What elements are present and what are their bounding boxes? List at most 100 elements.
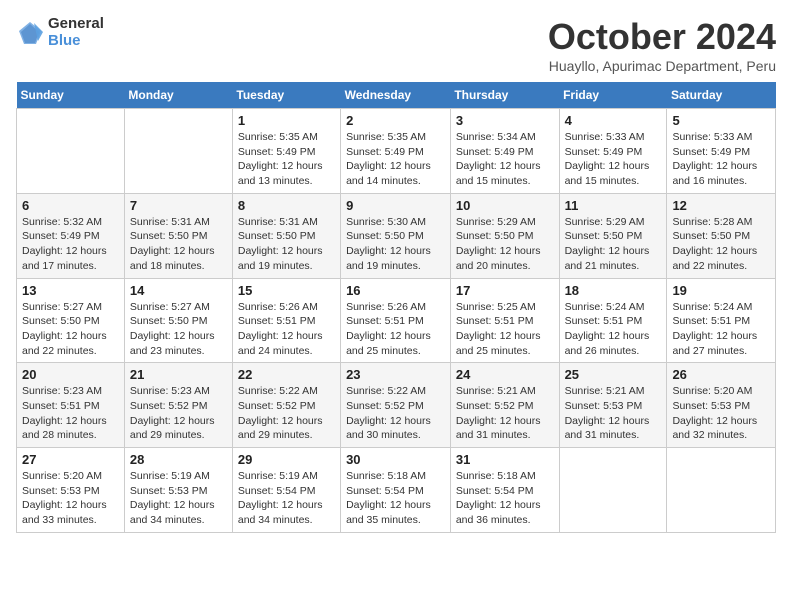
day-info: Sunrise: 5:20 AM Sunset: 5:53 PM Dayligh…	[22, 469, 119, 528]
day-number: 19	[672, 283, 770, 298]
day-info: Sunrise: 5:35 AM Sunset: 5:49 PM Dayligh…	[346, 130, 445, 189]
day-info: Sunrise: 5:31 AM Sunset: 5:50 PM Dayligh…	[238, 215, 335, 274]
calendar-cell: 27Sunrise: 5:20 AM Sunset: 5:53 PM Dayli…	[17, 448, 125, 533]
day-number: 18	[565, 283, 662, 298]
calendar-cell	[559, 448, 667, 533]
header-wednesday: Wednesday	[341, 82, 451, 109]
day-number: 9	[346, 198, 445, 213]
day-info: Sunrise: 5:27 AM Sunset: 5:50 PM Dayligh…	[22, 300, 119, 359]
subtitle: Huayllo, Apurimac Department, Peru	[548, 58, 776, 74]
day-info: Sunrise: 5:18 AM Sunset: 5:54 PM Dayligh…	[456, 469, 554, 528]
day-info: Sunrise: 5:23 AM Sunset: 5:51 PM Dayligh…	[22, 384, 119, 443]
header-monday: Monday	[124, 82, 232, 109]
day-info: Sunrise: 5:26 AM Sunset: 5:51 PM Dayligh…	[238, 300, 335, 359]
day-number: 6	[22, 198, 119, 213]
day-info: Sunrise: 5:33 AM Sunset: 5:49 PM Dayligh…	[565, 130, 662, 189]
calendar-week-row: 1Sunrise: 5:35 AM Sunset: 5:49 PM Daylig…	[17, 109, 776, 194]
calendar-cell: 6Sunrise: 5:32 AM Sunset: 5:49 PM Daylig…	[17, 193, 125, 278]
calendar-cell: 1Sunrise: 5:35 AM Sunset: 5:49 PM Daylig…	[232, 109, 340, 194]
day-info: Sunrise: 5:28 AM Sunset: 5:50 PM Dayligh…	[672, 215, 770, 274]
day-info: Sunrise: 5:24 AM Sunset: 5:51 PM Dayligh…	[672, 300, 770, 359]
day-number: 15	[238, 283, 335, 298]
day-info: Sunrise: 5:21 AM Sunset: 5:52 PM Dayligh…	[456, 384, 554, 443]
calendar-week-row: 27Sunrise: 5:20 AM Sunset: 5:53 PM Dayli…	[17, 448, 776, 533]
calendar-cell: 15 Sunrise: 5:26 AM Sunset: 5:51 PM Dayli…	[232, 278, 340, 363]
calendar-cell: 26Sunrise: 5:20 AM Sunset: 5:53 PM Dayli…	[667, 363, 776, 448]
day-number: 7	[130, 198, 227, 213]
calendar-cell: 21Sunrise: 5:23 AM Sunset: 5:52 PM Dayli…	[124, 363, 232, 448]
header-friday: Friday	[559, 82, 667, 109]
day-info: Sunrise: 5:21 AM Sunset: 5:53 PM Dayligh…	[565, 384, 662, 443]
day-info: Sunrise: 5:35 AM Sunset: 5:49 PM Dayligh…	[238, 130, 335, 189]
day-number: 21	[130, 367, 227, 382]
calendar-cell: 13 Sunrise: 5:27 AM Sunset: 5:50 PM Dayli…	[17, 278, 125, 363]
day-info: Sunrise: 5:34 AM Sunset: 5:49 PM Dayligh…	[456, 130, 554, 189]
day-number: 2	[346, 113, 445, 128]
day-number: 29	[238, 452, 335, 467]
day-number: 10	[456, 198, 554, 213]
calendar-cell	[124, 109, 232, 194]
calendar-week-row: 13 Sunrise: 5:27 AM Sunset: 5:50 PM Dayli…	[17, 278, 776, 363]
day-number: 4	[565, 113, 662, 128]
day-info: Sunrise: 5:19 AM Sunset: 5:53 PM Dayligh…	[130, 469, 227, 528]
main-title: October 2024	[548, 16, 776, 58]
calendar-cell: 30 Sunrise: 5:18 AM Sunset: 5:54 PM Dayli…	[341, 448, 451, 533]
day-info: Sunrise: 5:27 AM Sunset: 5:50 PM Dayligh…	[130, 300, 227, 359]
day-info: Sunrise: 5:22 AM Sunset: 5:52 PM Dayligh…	[238, 384, 335, 443]
day-number: 12	[672, 198, 770, 213]
calendar-cell: 22 Sunrise: 5:22 AM Sunset: 5:52 PM Dayli…	[232, 363, 340, 448]
calendar-cell: 10 Sunrise: 5:29 AM Sunset: 5:50 PM Dayli…	[450, 193, 559, 278]
calendar-cell: 17 Sunrise: 5:25 AM Sunset: 5:51 PM Dayli…	[450, 278, 559, 363]
calendar-cell: 3 Sunrise: 5:34 AM Sunset: 5:49 PM Daylig…	[450, 109, 559, 194]
calendar-cell: 11 Sunrise: 5:29 AM Sunset: 5:50 PM Dayli…	[559, 193, 667, 278]
day-number: 22	[238, 367, 335, 382]
day-info: Sunrise: 5:25 AM Sunset: 5:51 PM Dayligh…	[456, 300, 554, 359]
title-section: October 2024 Huayllo, Apurimac Departmen…	[548, 16, 776, 74]
day-number: 25	[565, 367, 662, 382]
calendar-cell: 28Sunrise: 5:19 AM Sunset: 5:53 PM Dayli…	[124, 448, 232, 533]
day-info: Sunrise: 5:29 AM Sunset: 5:50 PM Dayligh…	[565, 215, 662, 274]
calendar-cell: 14 Sunrise: 5:27 AM Sunset: 5:50 PM Dayli…	[124, 278, 232, 363]
day-info: Sunrise: 5:22 AM Sunset: 5:52 PM Dayligh…	[346, 384, 445, 443]
calendar-cell: 7 Sunrise: 5:31 AM Sunset: 5:50 PM Daylig…	[124, 193, 232, 278]
logo-blue: Blue	[48, 33, 104, 50]
day-number: 31	[456, 452, 554, 467]
day-number: 13	[22, 283, 119, 298]
day-info: Sunrise: 5:33 AM Sunset: 5:49 PM Dayligh…	[672, 130, 770, 189]
calendar-cell: 2 Sunrise: 5:35 AM Sunset: 5:49 PM Daylig…	[341, 109, 451, 194]
calendar-cell: 25 Sunrise: 5:21 AM Sunset: 5:53 PM Dayli…	[559, 363, 667, 448]
logo-text: General Blue	[48, 16, 104, 49]
calendar-cell	[17, 109, 125, 194]
day-info: Sunrise: 5:29 AM Sunset: 5:50 PM Dayligh…	[456, 215, 554, 274]
calendar-cell: 19 Sunrise: 5:24 AM Sunset: 5:51 PM Dayli…	[667, 278, 776, 363]
calendar-cell: 8 Sunrise: 5:31 AM Sunset: 5:50 PM Daylig…	[232, 193, 340, 278]
day-number: 24	[456, 367, 554, 382]
calendar-cell: 23Sunrise: 5:22 AM Sunset: 5:52 PM Dayli…	[341, 363, 451, 448]
calendar-cell	[667, 448, 776, 533]
day-number: 3	[456, 113, 554, 128]
day-number: 8	[238, 198, 335, 213]
logo-icon	[16, 19, 44, 47]
calendar-cell: 18 Sunrise: 5:24 AM Sunset: 5:51 PM Dayli…	[559, 278, 667, 363]
day-number: 17	[456, 283, 554, 298]
day-info: Sunrise: 5:31 AM Sunset: 5:50 PM Dayligh…	[130, 215, 227, 274]
day-info: Sunrise: 5:24 AM Sunset: 5:51 PM Dayligh…	[565, 300, 662, 359]
calendar-cell: 12 Sunrise: 5:28 AM Sunset: 5:50 PM Dayli…	[667, 193, 776, 278]
day-info: Sunrise: 5:30 AM Sunset: 5:50 PM Dayligh…	[346, 215, 445, 274]
day-info: Sunrise: 5:18 AM Sunset: 5:54 PM Dayligh…	[346, 469, 445, 528]
calendar-cell: 9 Sunrise: 5:30 AM Sunset: 5:50 PM Daylig…	[341, 193, 451, 278]
calendar-cell: 4 Sunrise: 5:33 AM Sunset: 5:49 PM Daylig…	[559, 109, 667, 194]
day-number: 5	[672, 113, 770, 128]
day-info: Sunrise: 5:19 AM Sunset: 5:54 PM Dayligh…	[238, 469, 335, 528]
calendar-cell: 20 Sunrise: 5:23 AM Sunset: 5:51 PM Dayli…	[17, 363, 125, 448]
calendar-header-row: SundayMondayTuesdayWednesdayThursdayFrid…	[17, 82, 776, 109]
header-saturday: Saturday	[667, 82, 776, 109]
calendar-cell: 31 Sunrise: 5:18 AM Sunset: 5:54 PM Dayli…	[450, 448, 559, 533]
day-number: 14	[130, 283, 227, 298]
calendar-cell: 24 Sunrise: 5:21 AM Sunset: 5:52 PM Dayli…	[450, 363, 559, 448]
day-number: 16	[346, 283, 445, 298]
day-number: 30	[346, 452, 445, 467]
day-info: Sunrise: 5:26 AM Sunset: 5:51 PM Dayligh…	[346, 300, 445, 359]
day-number: 11	[565, 198, 662, 213]
day-number: 20	[22, 367, 119, 382]
